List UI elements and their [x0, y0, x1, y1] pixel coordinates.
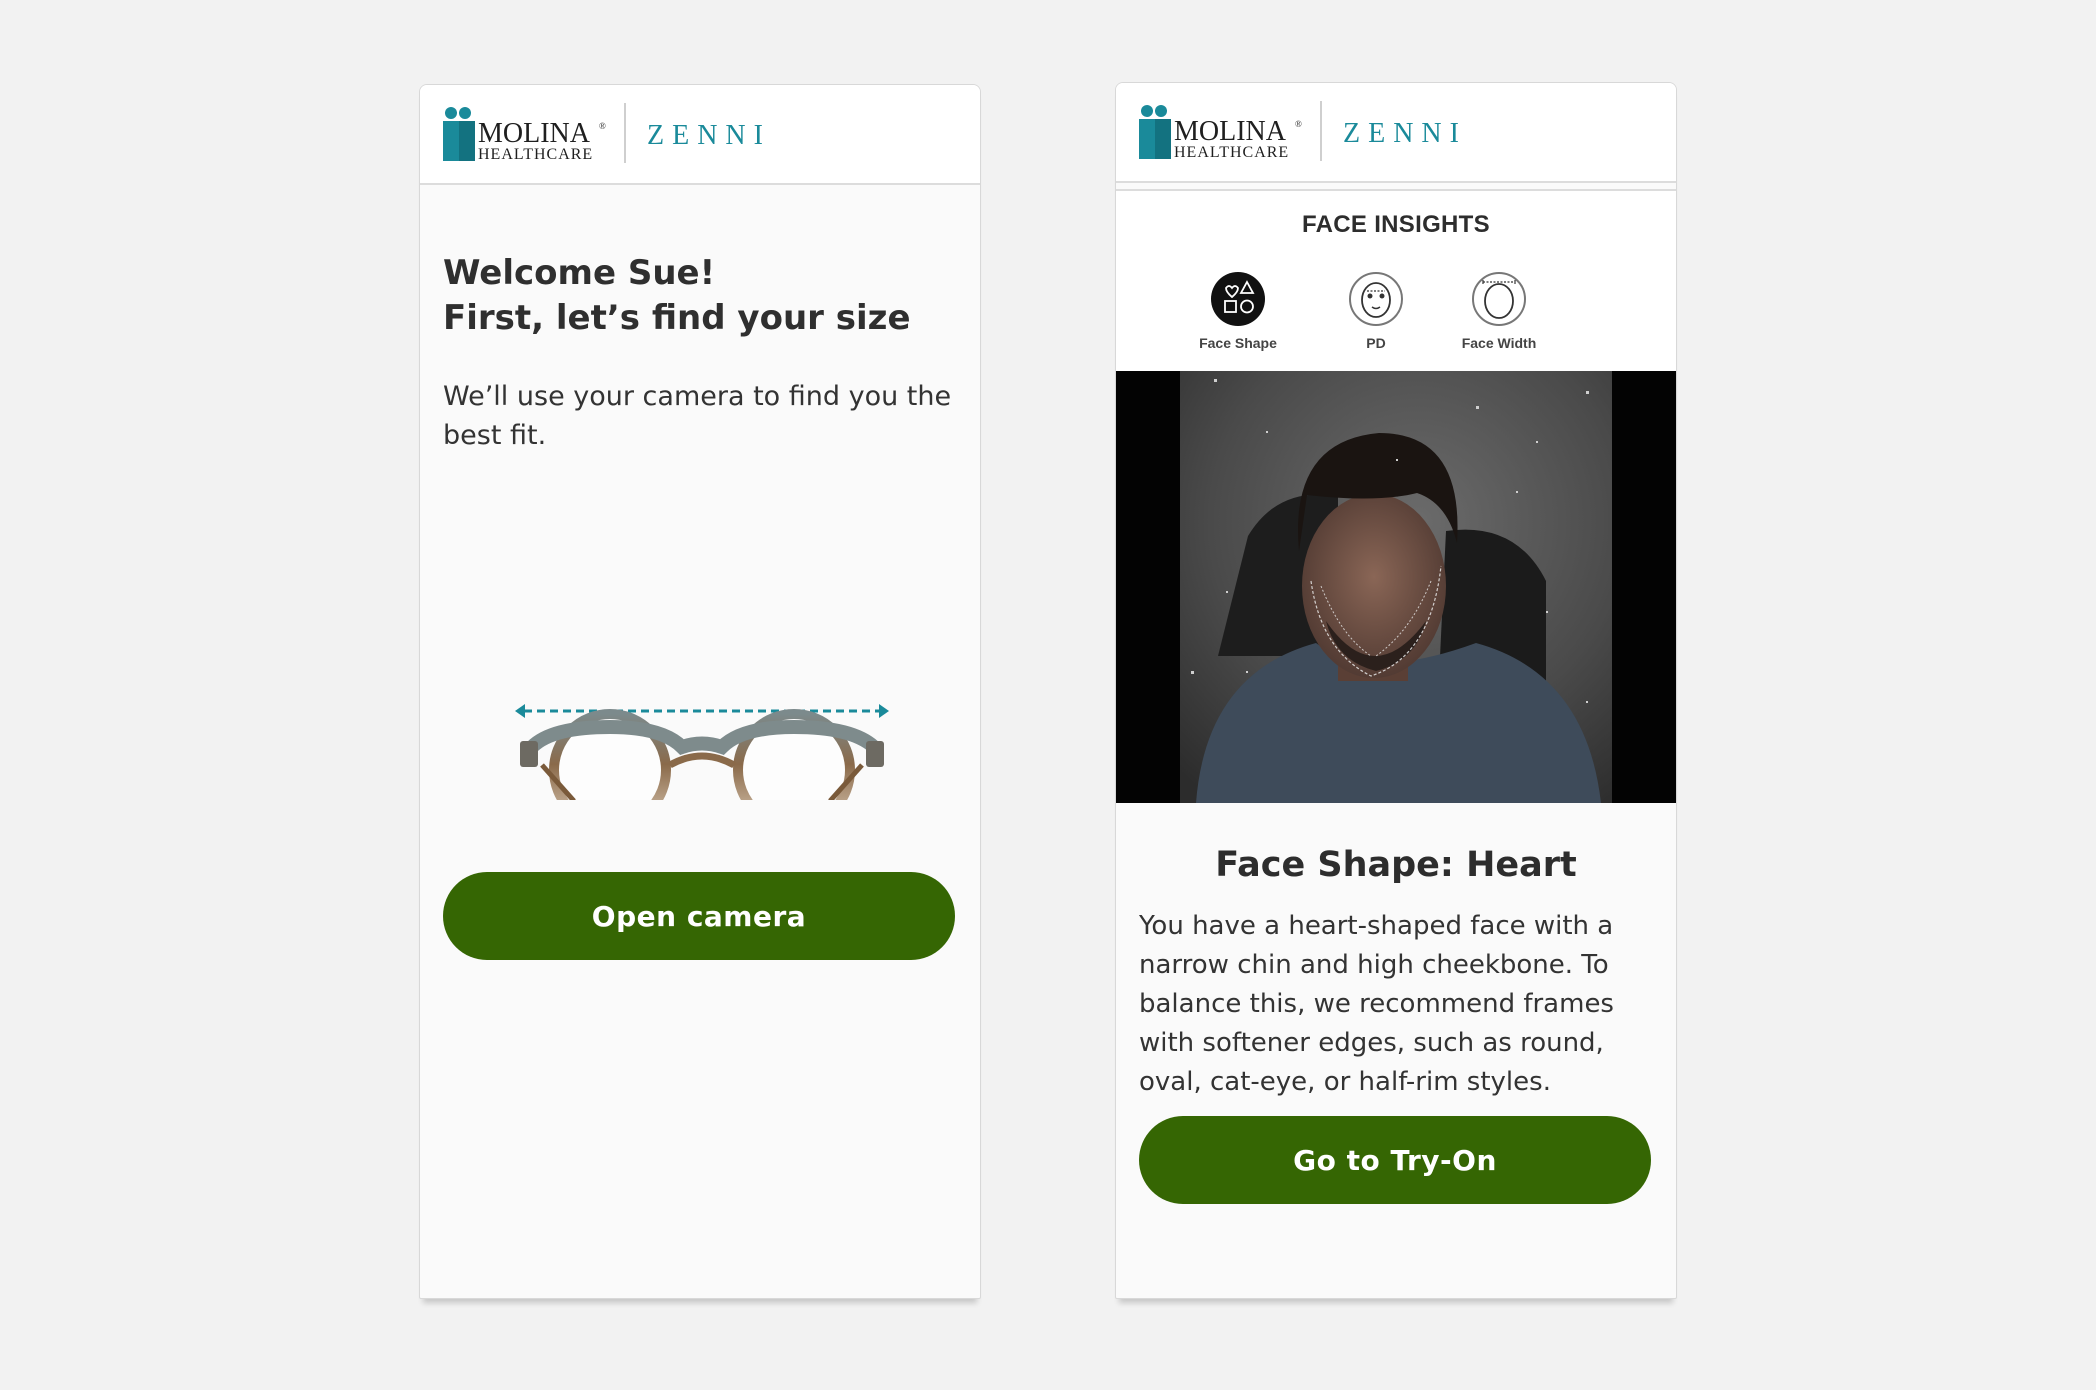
face-shape-result-heading: Face Shape: Heart [1215, 845, 1577, 885]
logo-divider [1320, 101, 1322, 161]
logo-divider [624, 103, 626, 163]
face-shape-icon [1211, 272, 1265, 326]
welcome-heading: Welcome Sue! First, let’s find your size [443, 251, 963, 341]
header-bar: MOLINA ® HEALTHCARE ZENNI [420, 85, 980, 185]
face-shape-result-description: You have a heart-shaped face with a narr… [1139, 911, 1614, 1097]
tab-pd-label: PD [1366, 335, 1386, 351]
welcome-heading-line2: First, let’s find your size [443, 298, 911, 338]
phone-screen-welcome: MOLINA ® HEALTHCARE ZENNI Welcome Sue! F… [419, 84, 981, 1299]
header-bar: MOLINA ® HEALTHCARE ZENNI [1116, 83, 1676, 183]
tab-face-shape[interactable]: Face Shape [1173, 271, 1303, 351]
welcome-subtitle: We’ll use your camera to find you the be… [443, 381, 952, 451]
open-camera-button[interactable]: Open camera [443, 872, 955, 960]
svg-text:ZENNI: ZENNI [1343, 118, 1467, 149]
molina-healthcare-logo: MOLINA ® HEALTHCARE [1139, 105, 1302, 161]
tab-face-shape-label: Face Shape [1199, 335, 1277, 351]
glasses-image [515, 704, 889, 831]
svg-text:®: ® [599, 121, 606, 131]
face-insights-title: FACE INSIGHTS [1302, 211, 1490, 238]
svg-text:HEALTHCARE: HEALTHCARE [1174, 144, 1289, 161]
zenni-logo: ZENNI [647, 120, 771, 151]
svg-text:MOLINA: MOLINA [1174, 116, 1287, 147]
camera-feed [1116, 371, 1676, 803]
phone-screen-face-insights: MOLINA ® HEALTHCARE ZENNI FACE INSIGHTS … [1115, 82, 1677, 1299]
tab-pd[interactable]: PD [1311, 271, 1441, 351]
camera-feed-image [1180, 371, 1612, 803]
glasses-illustration [512, 615, 892, 831]
svg-text:HEALTHCARE: HEALTHCARE [478, 146, 593, 163]
pd-icon [1349, 272, 1403, 326]
molina-healthcare-logo: MOLINA ® HEALTHCARE [443, 107, 606, 163]
welcome-heading-line1: Welcome Sue! [443, 253, 716, 293]
face-width-icon [1472, 272, 1526, 326]
tab-face-width[interactable]: Face Width [1434, 271, 1564, 351]
tab-face-width-label: Face Width [1461, 335, 1537, 351]
face-insights-panel: FACE INSIGHTS Face Shape PD Face Width [1116, 189, 1676, 373]
go-to-try-on-button[interactable]: Go to Try-On [1139, 1116, 1651, 1204]
width-measure-arrow-icon [515, 704, 889, 718]
svg-text:MOLINA: MOLINA [478, 118, 591, 149]
svg-text:ZENNI: ZENNI [647, 120, 771, 151]
svg-text:®: ® [1295, 119, 1302, 129]
zenni-logo: ZENNI [1343, 118, 1467, 149]
